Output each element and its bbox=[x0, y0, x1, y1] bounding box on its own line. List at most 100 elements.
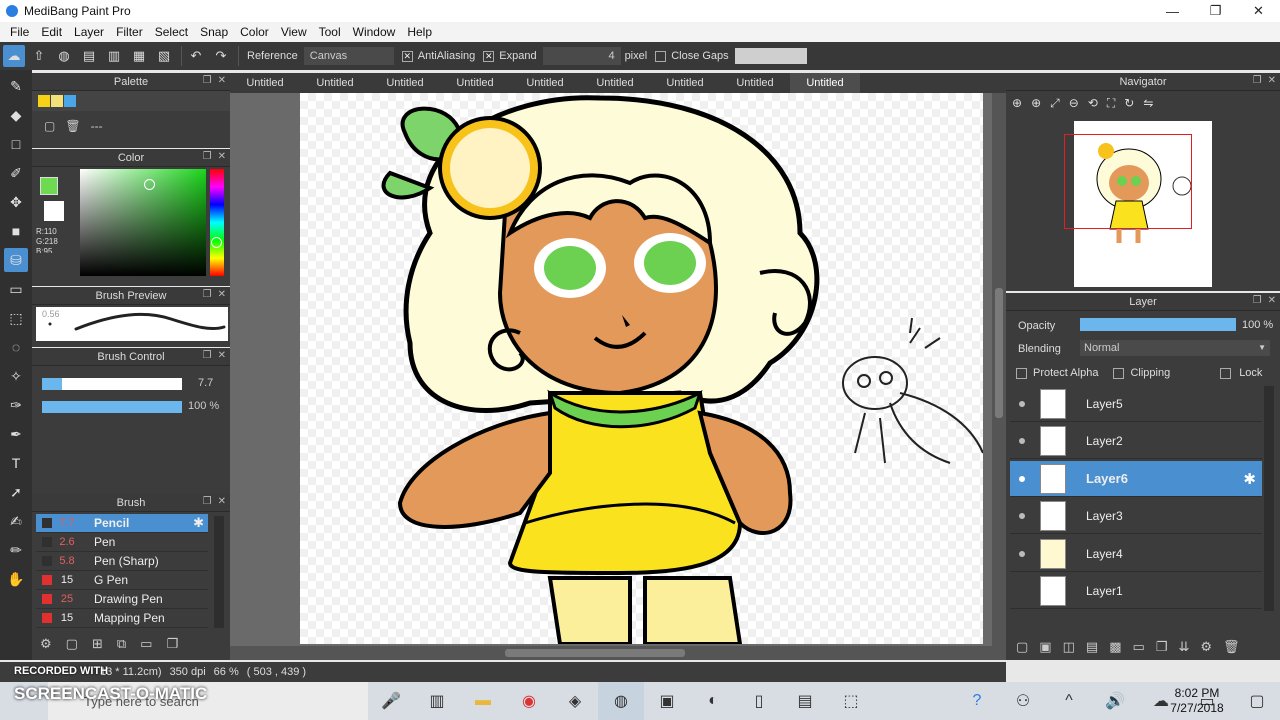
maximize-button[interactable]: ❐ bbox=[1194, 0, 1237, 22]
duplicate-layer-icon[interactable]: ❐ bbox=[1156, 639, 1168, 655]
tab-untitled[interactable]: Untitled bbox=[300, 73, 370, 93]
app-icon-5[interactable]: ⬚ bbox=[828, 682, 874, 720]
comment-icon[interactable]: ◍ bbox=[53, 45, 75, 67]
saturation-value-picker[interactable] bbox=[80, 169, 206, 276]
chrome-icon[interactable]: ◉ bbox=[506, 682, 552, 720]
new-brush-icon[interactable]: ▢ bbox=[66, 636, 78, 652]
close-panel-icon[interactable]: ✕ bbox=[218, 496, 226, 507]
pen-tool-icon[interactable]: ✏ bbox=[4, 538, 28, 562]
layer-row[interactable]: Layer4 bbox=[1010, 536, 1262, 572]
tab-untitled[interactable]: Untitled bbox=[650, 73, 720, 93]
microphone-icon[interactable]: 🎤 bbox=[368, 682, 414, 720]
new-8bit-layer-icon[interactable]: ▤ bbox=[1086, 639, 1098, 655]
new-layer-icon[interactable]: ▢ bbox=[1016, 639, 1028, 655]
chevron-up-icon[interactable]: ^ bbox=[1046, 682, 1092, 720]
swatch[interactable] bbox=[64, 95, 76, 107]
tab-untitled[interactable]: Untitled bbox=[230, 73, 300, 93]
duplicate-icon[interactable]: ❐ bbox=[166, 636, 178, 652]
brush-item-pen-sharp[interactable]: 5.8 Pen (Sharp) bbox=[36, 552, 208, 571]
redo-icon[interactable]: ↷ bbox=[210, 45, 232, 67]
new-halftone-layer-icon[interactable]: ▣ bbox=[1039, 639, 1051, 655]
reset-rotate-icon[interactable]: ↻ bbox=[1124, 96, 1134, 110]
menu-layer[interactable]: Layer bbox=[68, 25, 110, 39]
popout-icon[interactable]: ❐ bbox=[203, 496, 212, 507]
add-brush-icon[interactable]: ⊞ bbox=[92, 636, 103, 652]
eyedropper-icon[interactable]: ✍ bbox=[4, 509, 28, 533]
rect-tool-icon[interactable]: □ bbox=[4, 132, 28, 156]
magic-wand-icon[interactable]: ✧ bbox=[4, 364, 28, 388]
clipping-checkbox[interactable] bbox=[1113, 367, 1125, 379]
fill-rect-icon[interactable]: ■ bbox=[4, 219, 28, 243]
tab-untitled[interactable]: Untitled bbox=[370, 73, 440, 93]
merge-down-icon[interactable]: ⇊ bbox=[1178, 639, 1189, 655]
app-icon-3[interactable]: ◐ bbox=[690, 682, 736, 720]
brush-item-drawing-pen[interactable]: 25 Drawing Pen bbox=[36, 590, 208, 609]
swatch[interactable] bbox=[38, 95, 50, 107]
gradient-tool-icon[interactable]: ▭ bbox=[4, 277, 28, 301]
close-panel-icon[interactable]: ✕ bbox=[1268, 75, 1276, 86]
menu-snap[interactable]: Snap bbox=[194, 25, 234, 39]
close-panel-icon[interactable]: ✕ bbox=[1268, 295, 1276, 306]
popout-icon[interactable]: ❐ bbox=[203, 350, 212, 361]
drawing-canvas[interactable] bbox=[300, 93, 984, 646]
close-panel-icon[interactable]: ✕ bbox=[218, 151, 226, 162]
visibility-icon[interactable] bbox=[1019, 400, 1025, 407]
people-icon[interactable]: ⚇ bbox=[1000, 682, 1046, 720]
brush-opacity-slider[interactable] bbox=[42, 401, 182, 413]
menu-view[interactable]: View bbox=[275, 25, 313, 39]
app-icon-4[interactable]: ▤ bbox=[782, 682, 828, 720]
zoom-out-icon[interactable]: ⊖ bbox=[1069, 96, 1079, 110]
menu-help[interactable]: Help bbox=[401, 25, 438, 39]
tab-untitled[interactable]: Untitled bbox=[440, 73, 510, 93]
hand-tool-icon[interactable]: ✋ bbox=[4, 567, 28, 591]
halftone-icon[interactable]: ▩ bbox=[1109, 639, 1121, 655]
notifications-icon[interactable]: ▢ bbox=[1234, 682, 1280, 720]
dot-tool-icon[interactable]: ✐ bbox=[4, 161, 28, 185]
brush-item-pen[interactable]: 2.6 Pen bbox=[36, 533, 208, 552]
delete-layer-icon[interactable]: 🗑 bbox=[1223, 639, 1240, 655]
copy-brush-icon[interactable]: ⧉ bbox=[117, 636, 126, 652]
navigator-viewport-rect[interactable] bbox=[1064, 134, 1192, 229]
lock-checkbox[interactable] bbox=[1220, 367, 1232, 379]
panel-icon[interactable]: ▤ bbox=[78, 45, 100, 67]
popout-icon[interactable]: ❐ bbox=[1253, 295, 1262, 306]
close-button[interactable]: ✕ bbox=[1237, 0, 1280, 22]
minimize-button[interactable]: — bbox=[1151, 0, 1194, 22]
close-panel-icon[interactable]: ✕ bbox=[218, 75, 226, 86]
layer-row[interactable]: Layer1 bbox=[1010, 573, 1262, 609]
canvas-vertical-scrollbar[interactable] bbox=[992, 93, 1006, 646]
layer-settings-icon[interactable]: ⚙ bbox=[1200, 639, 1212, 655]
document-icon[interactable]: ▯ bbox=[736, 682, 782, 720]
brush-size-slider[interactable] bbox=[42, 378, 182, 390]
visibility-icon[interactable] bbox=[1019, 550, 1025, 557]
menu-file[interactable]: File bbox=[4, 25, 35, 39]
popout-icon[interactable]: ❐ bbox=[203, 289, 212, 300]
reference-select[interactable]: Canvas bbox=[303, 47, 394, 65]
volume-icon[interactable]: 🔊 bbox=[1092, 682, 1138, 720]
layer-list-scrollbar[interactable] bbox=[1264, 386, 1274, 611]
antialiasing-checkbox[interactable]: ✕ bbox=[401, 50, 413, 62]
operation-tool-icon[interactable]: ➚ bbox=[4, 480, 28, 504]
file-explorer-icon[interactable]: ▬ bbox=[460, 682, 506, 720]
menu-filter[interactable]: Filter bbox=[110, 25, 149, 39]
select-pen-icon[interactable]: ✑ bbox=[4, 393, 28, 417]
grid-icon[interactable]: ▦ bbox=[128, 45, 150, 67]
rotate-icon[interactable]: ⟲ bbox=[1088, 96, 1098, 110]
layer-row[interactable]: Layer5 bbox=[1010, 386, 1262, 422]
popout-icon[interactable]: ❐ bbox=[1253, 75, 1262, 86]
select-eraser-icon[interactable]: ✒ bbox=[4, 422, 28, 446]
brush-list-scrollbar[interactable] bbox=[214, 516, 224, 628]
gear-icon[interactable]: ✱ bbox=[1243, 470, 1256, 488]
flip-icon[interactable]: ⇋ bbox=[1143, 96, 1153, 110]
page-icon[interactable]: ▥ bbox=[103, 45, 125, 67]
text-tool-icon[interactable]: T bbox=[4, 451, 28, 475]
visibility-icon[interactable] bbox=[1019, 512, 1025, 519]
tab-untitled[interactable]: Untitled bbox=[510, 73, 580, 93]
eraser-tool-icon[interactable]: ◆ bbox=[4, 103, 28, 127]
menu-edit[interactable]: Edit bbox=[35, 25, 68, 39]
tab-untitled-active[interactable]: Untitled bbox=[790, 73, 860, 93]
visibility-icon[interactable] bbox=[1019, 475, 1025, 482]
picker-cursor[interactable] bbox=[144, 179, 155, 190]
menu-tool[interactable]: Tool bbox=[313, 25, 347, 39]
select-tool-icon[interactable]: ⬚ bbox=[4, 306, 28, 330]
